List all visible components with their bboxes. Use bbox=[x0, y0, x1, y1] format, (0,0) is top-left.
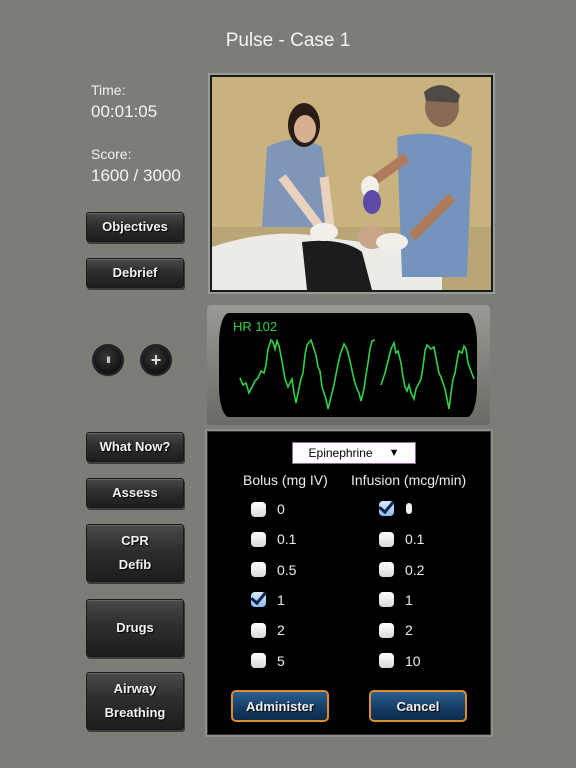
infusion-option-label: 1 bbox=[405, 591, 413, 608]
cpr-defib-button[interactable]: CPR Defib bbox=[86, 524, 184, 582]
bolus-checkbox[interactable] bbox=[251, 501, 266, 517]
ecg-waveform-segment bbox=[380, 340, 475, 410]
bolus-option-label: 2 bbox=[277, 622, 285, 639]
bolus-checkbox[interactable] bbox=[251, 562, 266, 578]
bolus-option-label: 0 bbox=[277, 501, 285, 517]
bolus-checkbox[interactable] bbox=[251, 531, 266, 547]
scene-photo bbox=[210, 75, 493, 292]
drugs-button[interactable]: Drugs bbox=[86, 599, 184, 657]
score-label: Score: bbox=[91, 146, 132, 162]
infusion-option-label: 0.2 bbox=[405, 561, 425, 578]
monitor-screen: HR 102 bbox=[219, 313, 477, 417]
vitals-monitor: HR 102 bbox=[207, 305, 490, 425]
cancel-label: Cancel bbox=[396, 698, 440, 714]
drug-dropdown-value: Epinephrine bbox=[308, 446, 373, 460]
bolus-option[interactable]: 2 bbox=[251, 622, 285, 638]
bolus-header: Bolus (mg IV) bbox=[243, 472, 328, 488]
ecg-trace bbox=[239, 338, 475, 410]
bolus-option-label: 0.1 bbox=[277, 531, 297, 548]
cancel-button[interactable]: Cancel bbox=[369, 690, 467, 722]
infusion-option[interactable]: 0.2 bbox=[379, 562, 424, 578]
bolus-option[interactable]: 0.5 bbox=[251, 562, 296, 578]
ecg-waveform bbox=[239, 338, 376, 410]
time-label: Time: bbox=[91, 82, 126, 98]
defib-label: Defib bbox=[118, 557, 152, 572]
pause-button[interactable]: II bbox=[94, 346, 122, 374]
bolus-option[interactable]: 1 bbox=[251, 592, 285, 608]
infusion-checkbox[interactable] bbox=[379, 531, 394, 547]
breathing-label: Breathing bbox=[104, 705, 166, 720]
page-title: Pulse - Case 1 bbox=[225, 30, 351, 51]
add-button[interactable]: + bbox=[142, 346, 170, 374]
bolus-option[interactable]: 0 bbox=[251, 501, 285, 517]
infusion-option[interactable]: 1 bbox=[379, 592, 413, 608]
debrief-button[interactable]: Debrief bbox=[86, 258, 184, 288]
cpr-scene-image bbox=[212, 77, 491, 290]
bolus-option-label: 1 bbox=[277, 591, 285, 608]
bolus-option-label: 5 bbox=[277, 652, 285, 669]
cpr-label: CPR bbox=[121, 533, 149, 548]
infusion-checkbox[interactable] bbox=[379, 562, 394, 578]
objectives-button[interactable]: Objectives bbox=[86, 212, 184, 242]
bolus-option[interactable]: 0.1 bbox=[251, 531, 296, 547]
assess-label: Assess bbox=[112, 485, 158, 500]
score-value: 1600 / 3000 bbox=[91, 166, 181, 185]
infusion-option[interactable]: 10 bbox=[379, 653, 421, 669]
infusion-option[interactable]: 0 bbox=[379, 501, 412, 516]
infusion-header: Infusion (mcg/min) bbox=[351, 472, 467, 488]
drugs-label: Drugs bbox=[116, 620, 154, 635]
bolus-checkbox[interactable] bbox=[251, 653, 266, 668]
dropdown-arrow-icon: ▼ bbox=[388, 447, 400, 459]
infusion-option-label: 10 bbox=[405, 652, 421, 669]
infusion-checkbox[interactable] bbox=[379, 592, 394, 608]
bolus-option[interactable]: 5 bbox=[251, 653, 285, 669]
infusion-option-label: 0 bbox=[406, 503, 412, 514]
plus-icon: + bbox=[150, 349, 162, 370]
infusion-option[interactable]: 0.1 bbox=[379, 531, 424, 547]
assess-button[interactable]: Assess bbox=[86, 478, 184, 508]
bolus-option-label: 0.5 bbox=[277, 561, 297, 578]
infusion-option[interactable]: 2 bbox=[379, 622, 413, 638]
drug-panel: Epinephrine ▼ Bolus (mg IV) Infusion (mc… bbox=[207, 431, 491, 735]
infusion-option-label: 0.1 bbox=[405, 531, 425, 548]
what-now-button[interactable]: What Now? bbox=[86, 432, 184, 462]
administer-button[interactable]: Administer bbox=[231, 690, 329, 722]
what-now-label: What Now? bbox=[99, 439, 171, 454]
pause-icon: II bbox=[106, 355, 110, 365]
infusion-checkbox[interactable] bbox=[379, 653, 394, 668]
infusion-option-label: 2 bbox=[405, 622, 413, 639]
objectives-label: Objectives bbox=[102, 219, 168, 234]
administer-label: Administer bbox=[246, 698, 314, 714]
bolus-checkbox[interactable] bbox=[251, 622, 266, 638]
airway-breathing-button[interactable]: Airway Breathing bbox=[86, 672, 184, 730]
debrief-label: Debrief bbox=[112, 265, 158, 280]
infusion-checkbox[interactable] bbox=[379, 622, 394, 638]
airway-label: Airway bbox=[113, 681, 157, 696]
drug-dropdown[interactable]: Epinephrine ▼ bbox=[292, 442, 416, 464]
infusion-checkbox[interactable] bbox=[379, 501, 394, 516]
time-value: 00:01:05 bbox=[91, 102, 158, 121]
bolus-checkbox[interactable] bbox=[251, 592, 266, 608]
